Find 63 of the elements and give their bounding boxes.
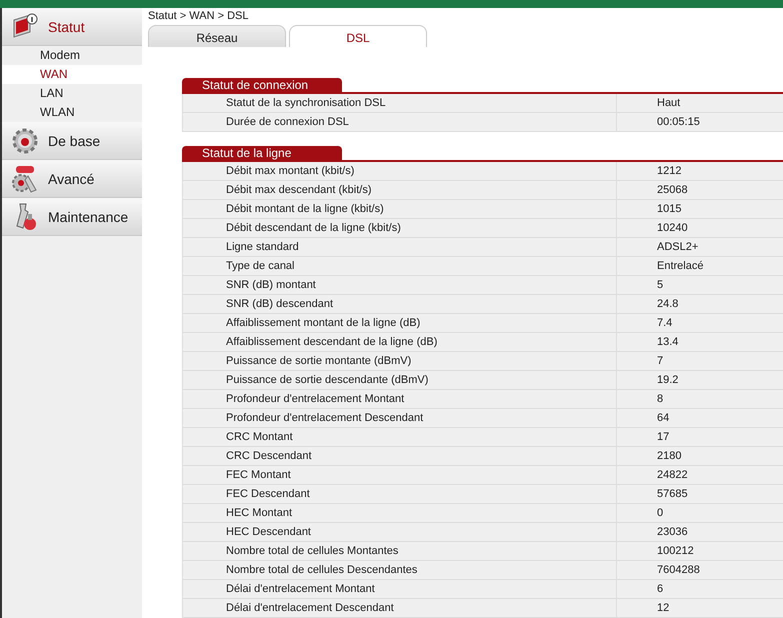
table-cell: Type de canal <box>183 257 617 275</box>
table-cell-text: 5 <box>656 278 664 293</box>
table-cell-text: 00:05:15 <box>656 115 700 130</box>
sidebar-category[interactable]: Maintenance <box>2 198 142 236</box>
table-cell-text: 17 <box>656 430 670 445</box>
table-cell-text: ADSL2+ <box>656 240 698 255</box>
table-cell: SNR (dB) montant <box>183 276 617 294</box>
table-cell: Profondeur d'entrelacement Montant <box>183 390 617 408</box>
table-cell: Débit descendant de la ligne (kbit/s) <box>183 219 617 237</box>
sidebar-category[interactable]: Avancé <box>2 160 142 198</box>
tab[interactable]: DSL <box>289 25 427 47</box>
breadcrumb: Statut > WAN > DSL <box>148 9 250 24</box>
table-cell: Délai d'entrelacement Montant <box>183 580 617 598</box>
table-cell-text: 100212 <box>656 544 694 559</box>
table-cell-text: 7.4 <box>656 316 672 331</box>
table-cell-text: 2180 <box>656 449 682 464</box>
table-cell-text: 7 <box>656 354 664 369</box>
table-cell: FEC Montant <box>183 466 617 484</box>
table-cell: Débit montant de la ligne (kbit/s) <box>183 200 617 218</box>
table-cell-text: 1212 <box>656 164 682 179</box>
table-cell-text: 57685 <box>656 487 688 502</box>
table-cell-text: 19.2 <box>656 373 678 388</box>
table-cell: Profondeur d'entrelacement Descendant <box>183 409 617 427</box>
sidebar-item[interactable]: WAN <box>2 65 142 84</box>
table-cell-text: 7604288 <box>656 563 700 578</box>
table-cell-text: Entrelacé <box>656 259 704 274</box>
section-title: Statut de connexion <box>182 78 342 92</box>
table-cell: Nombre total de cellules Montantes <box>183 542 617 560</box>
sidebar-category[interactable]: Statut <box>2 8 142 46</box>
table-cell: Puissance de sortie descendante (dBmV) <box>183 371 617 389</box>
table-cell: Débit max montant (kbit/s) <box>183 162 617 180</box>
table-cell-text: 13.4 <box>656 335 678 350</box>
gear-icon <box>10 126 40 156</box>
table-cell: CRC Montant <box>183 428 617 446</box>
table-cell: Affaiblissement descendant de la ligne (dB) <box>183 333 617 351</box>
table-cell: Durée de connexion DSL <box>183 113 617 131</box>
table-cell: HEC Montant <box>183 504 617 522</box>
table-cell: Ligne standard <box>183 238 617 256</box>
table-cell-text: 25068 <box>656 183 688 198</box>
table-cell: Délai d'entrelacement Descendant <box>183 599 617 617</box>
section-title: Statut de la ligne <box>182 146 342 160</box>
tab[interactable]: Réseau <box>148 25 286 47</box>
sidebar-category[interactable]: De base <box>2 122 142 160</box>
table-cell-text: 8 <box>656 392 664 407</box>
table-cell-text: 6 <box>656 582 664 597</box>
table-cell-text: Haut <box>656 96 680 111</box>
table-cell: SNR (dB) descendant <box>183 295 617 313</box>
table-cell-text: 24822 <box>656 468 688 483</box>
table-cell-text: 1015 <box>656 202 682 217</box>
table-cell-text: 10240 <box>656 221 688 236</box>
table-cell: Statut de la synchronisation DSL <box>183 94 617 112</box>
table-cell: Débit max descendant (kbit/s) <box>183 181 617 199</box>
table-cell: CRC Descendant <box>183 447 617 465</box>
table-cell: Affaiblissement montant de la ligne (dB) <box>183 314 617 332</box>
table-cell: FEC Descendant <box>183 485 617 503</box>
table-cell-text: 64 <box>656 411 670 426</box>
table-cell-text: 12 <box>656 601 670 616</box>
table-cell: Puissance de sortie montante (dBmV) <box>183 352 617 370</box>
table-cell: HEC Descendant <box>183 523 617 541</box>
table-cell: Nombre total de cellules Descendantes <box>183 561 617 579</box>
table-cell-text: 24.8 <box>656 297 678 312</box>
table-cell-text: 0 <box>656 506 664 521</box>
table-cell-text: 23036 <box>656 525 688 540</box>
